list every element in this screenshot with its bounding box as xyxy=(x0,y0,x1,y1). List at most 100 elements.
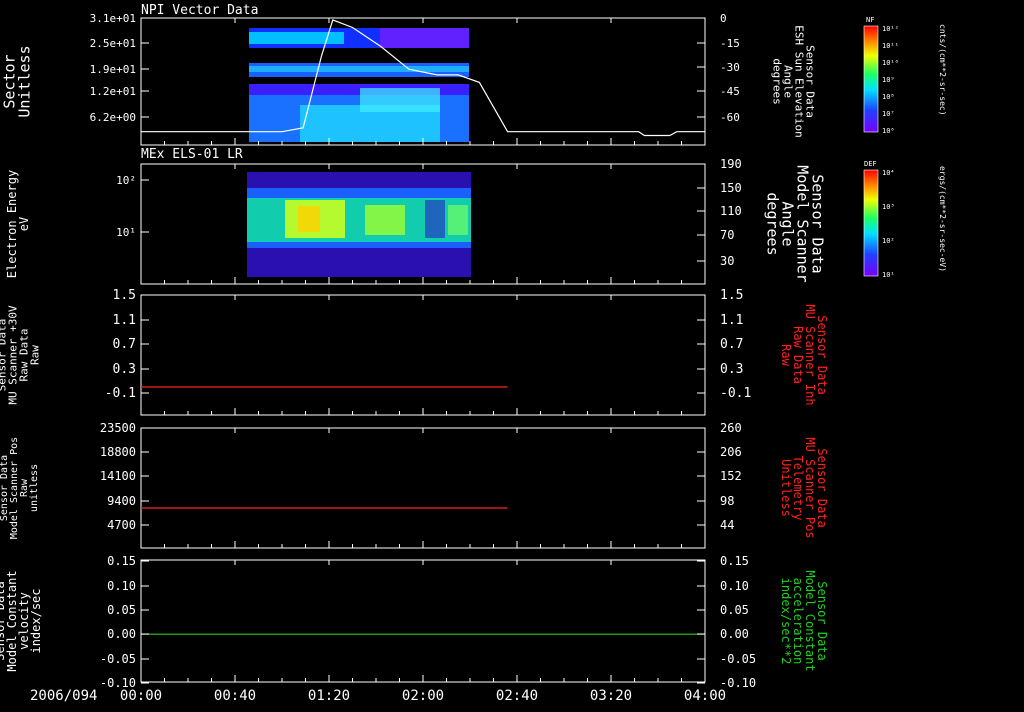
mu_raw-left-tick-label: 0.7 xyxy=(113,337,136,352)
mu_raw-left-tick-label: 1.5 xyxy=(113,288,136,303)
date-label: 2006/094 xyxy=(30,688,97,704)
npi-colorbar-tick: 10⁷ xyxy=(882,110,895,118)
time-tick-label: 03:20 xyxy=(590,688,632,704)
els-left-tick-label: 10¹ xyxy=(116,226,136,239)
plot-window: NPI Vector Data MEx ELS-01 LR NF cnts/(c… xyxy=(0,0,1024,708)
npi-title: NPI Vector Data xyxy=(141,3,258,18)
pos-right-tick-label: 206 xyxy=(720,445,742,459)
mu_raw-left-tick-label: 1.1 xyxy=(113,313,136,328)
pos-right-tick-label: 152 xyxy=(720,469,742,483)
pos-left-tick-label: 23500 xyxy=(100,421,136,435)
els-peak-3 xyxy=(448,205,468,235)
mu_raw-left-tick-label: 0.3 xyxy=(113,362,136,377)
els-colorbar-gradient xyxy=(863,169,879,277)
npi-right-tick-label: -45 xyxy=(720,85,740,98)
pos-left-tick-label: 9400 xyxy=(107,494,136,508)
els-colorbar: DEF ergs/(cm**2-sr-sec-eV) xyxy=(863,160,947,277)
model-panel-frame xyxy=(140,559,706,683)
time-tick-label: 01:20 xyxy=(308,688,350,704)
els-right-tick-label: 70 xyxy=(720,228,734,242)
time-tick-label: 00:00 xyxy=(120,688,162,704)
npi-right-tick-label: -30 xyxy=(720,61,740,74)
model-right-axis-label: Sensor DataModel Constantaccelerationind… xyxy=(779,570,829,671)
model-right-tick-label: 0.15 xyxy=(720,554,749,568)
mu_raw-right-tick-label: -0.1 xyxy=(720,386,751,401)
npi-colorbar-tick: 10¹⁰ xyxy=(882,59,899,67)
els-gap xyxy=(425,200,445,238)
model-left-tick-label: 0.05 xyxy=(107,603,136,617)
model-right-tick-label: -0.05 xyxy=(720,652,756,666)
mu_raw-right-tick-label: 1.5 xyxy=(720,288,743,303)
npi-right-axis-label: Sensor DataESH Sun ElevationAngledegrees xyxy=(771,25,817,138)
npi-right-tick-label: -60 xyxy=(720,111,740,124)
model-left-tick-label: 0.10 xyxy=(107,579,136,593)
model-right-tick-label: -0.10 xyxy=(720,676,756,690)
pos-left-tick-label: 14100 xyxy=(100,469,136,483)
pos-right-tick-label: 260 xyxy=(720,421,742,435)
npi-left-axis-label: SectorUnitless xyxy=(1,45,34,117)
model-left-axis-label: Sensor DataModel Constantvelocityindex/s… xyxy=(0,570,43,671)
model-left-tick-label: -0.05 xyxy=(100,652,136,666)
els-peak-1-core xyxy=(298,206,320,232)
els-colorbar-tick: 10⁴ xyxy=(882,169,895,177)
npi-band-low-peak xyxy=(360,88,440,112)
npi-colorbar-gradient xyxy=(863,25,879,133)
els-colorbar-tick: 10² xyxy=(882,237,895,245)
pos-left-tick-label: 18800 xyxy=(100,445,136,459)
npi-colorbar-tick: 10⁸ xyxy=(882,93,895,101)
els-peak-2 xyxy=(365,205,405,235)
npi-left-tick-label: 3.1e+01 xyxy=(90,12,136,25)
npi-left-tick-label: 2.5e+01 xyxy=(90,37,136,50)
els-title: MEx ELS-01 LR xyxy=(141,147,243,162)
els-right-tick-label: 110 xyxy=(720,204,742,218)
els-right-tick-label: 190 xyxy=(720,157,742,171)
npi-colorbar-title: NF xyxy=(866,16,874,24)
npi-left-tick-label: 1.2e+01 xyxy=(90,85,136,98)
model-left-tick-label: 0.00 xyxy=(107,627,136,641)
npi-band-top-core xyxy=(249,32,344,44)
model-right-tick-label: 0.00 xyxy=(720,627,749,641)
model-right-tick-label: 0.05 xyxy=(720,603,749,617)
pos-right-axis-label: Sensor DataMU Scanner PosTelemetryUnitle… xyxy=(779,437,829,538)
pos-left-tick-label: 4700 xyxy=(107,518,136,532)
pos-left-axis-label: Sensor DataModel Scanner PosRawunitless xyxy=(0,437,40,539)
npi-colorbar-tick: 10¹¹ xyxy=(882,42,899,50)
els-colorbar-tick: 10¹ xyxy=(882,271,895,279)
plot-canvas: NPI Vector Data MEx ELS-01 LR NF cnts/(c… xyxy=(0,3,947,704)
time-tick-label: 02:40 xyxy=(496,688,538,704)
model-left-tick-label: 0.15 xyxy=(107,554,136,568)
model-right-tick-label: 0.10 xyxy=(720,579,749,593)
npi-right-tick-label: 0 xyxy=(720,12,727,25)
mu_raw-left-tick-label: -0.1 xyxy=(105,386,136,401)
els-left-tick-label: 10² xyxy=(116,174,136,187)
npi-spectrogram xyxy=(249,28,469,142)
mu_raw-right-tick-label: 1.1 xyxy=(720,313,743,328)
pos-right-tick-label: 98 xyxy=(720,494,734,508)
els-colorbar-unit: ergs/(cm**2-sr-sec-eV) xyxy=(938,166,947,272)
mu_raw-right-tick-label: 0.3 xyxy=(720,362,743,377)
els-left-axis-label: Electron EnergyeV xyxy=(5,170,31,278)
time-tick-label: 02:00 xyxy=(402,688,444,704)
els-colorbar-title: DEF xyxy=(864,160,877,168)
npi-colorbar-tick: 10⁹ xyxy=(882,76,895,84)
npi-colorbar-tick: 10¹² xyxy=(882,25,899,33)
model-left-tick-label: -0.10 xyxy=(100,676,136,690)
npi-colorbar: NF cnts/(cm**2-sr-sec) xyxy=(863,16,947,133)
mu_raw-right-axis-label: Sensor DataMU Scanner InhRaw DataRaw xyxy=(779,304,829,405)
mu-raw-panel-frame xyxy=(140,294,706,416)
els-colorbar-tick: 10³ xyxy=(882,203,895,211)
npi-right-tick-label: -15 xyxy=(720,37,740,50)
mu_raw-left-axis-label: Sensor DataMU Scanner +30VRaw DataRaw xyxy=(0,305,42,405)
els-right-tick-label: 150 xyxy=(720,181,742,195)
els-right-axis-label: Sensor DataModel ScannerAngledegrees xyxy=(764,165,827,282)
time-tick-label: 00:40 xyxy=(214,688,256,704)
time-axis: 00:00 00:40 01:20 02:00 02:40 03:20 04:00 xyxy=(120,688,726,704)
npi-left-tick-label: 1.9e+01 xyxy=(90,63,136,76)
npi-left-tick-label: 6.2e+00 xyxy=(90,111,136,124)
npi-colorbar-unit: cnts/(cm**2-sr-sec) xyxy=(938,24,947,116)
mu_raw-right-tick-label: 0.7 xyxy=(720,337,743,352)
npi-band-top-right xyxy=(380,28,469,48)
pos-right-tick-label: 44 xyxy=(720,518,734,532)
npi-colorbar-tick: 10⁶ xyxy=(882,127,895,135)
pos-panel-frame xyxy=(140,427,706,549)
